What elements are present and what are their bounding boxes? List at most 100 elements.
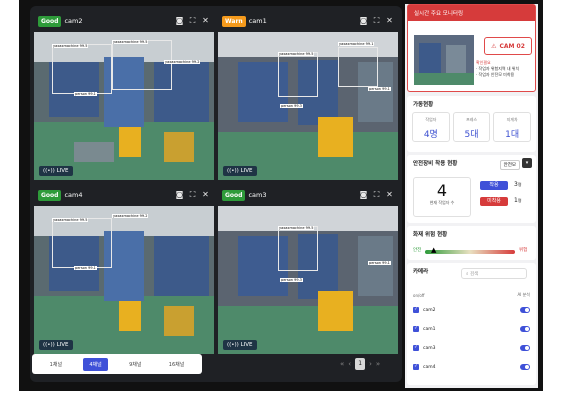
- safety-card: 안전장비 착용 현황 안전모 ▾ 4 현재 작업자 수 착용 3명 미착용 1명: [407, 155, 536, 223]
- detection-label: person 99.3: [280, 278, 303, 282]
- close-icon[interactable]: ✕: [201, 190, 210, 200]
- camera-header: Good cam3 ◙ ⛶ ✕: [218, 184, 398, 206]
- ai-toggle[interactable]: [520, 307, 530, 313]
- list-item[interactable]: ✓ cam4: [413, 361, 530, 373]
- fullscreen-icon[interactable]: ⛶: [188, 16, 197, 26]
- detection-label: yaxaxmachine 99.2: [112, 214, 149, 218]
- checkbox[interactable]: ✓: [413, 364, 419, 370]
- detection-label: yaxaxmachine 99.5: [52, 44, 89, 48]
- layout-9ch-button[interactable]: 9채널: [123, 358, 147, 371]
- camera-list-header: on/off AI 분석: [413, 289, 530, 301]
- search-placeholder: 검색: [469, 272, 479, 277]
- camera-tile-cam1[interactable]: Warn cam1 ◙ ⛶ ✕ yaxaxmachine 99.5 yaxaxm…: [218, 10, 398, 180]
- operation-title: 가동현황: [413, 102, 434, 108]
- ai-toggle[interactable]: [520, 364, 530, 370]
- camera-feed: yaxaxmachine 99.5 yaxaxmachine 99.5 yaxa…: [34, 32, 214, 180]
- wearing-unit: 명: [517, 182, 522, 187]
- detection-label: yaxaxmachine 99.2: [164, 60, 201, 64]
- live-indicator: ((•)) LIVE: [39, 340, 73, 350]
- snapshot-icon[interactable]: ◙: [175, 190, 184, 200]
- list-item[interactable]: ✓ cam3: [413, 342, 530, 354]
- snapshot-icon[interactable]: ◙: [175, 16, 184, 26]
- equipment-select[interactable]: 안전모: [499, 160, 520, 170]
- worker-count-box: 4 현재 작업자 수: [413, 177, 471, 217]
- alert-thumbnail[interactable]: [414, 35, 474, 85]
- camera-search-input[interactable]: ⌕ 검색: [461, 268, 527, 279]
- status-badge: Warn: [222, 15, 246, 27]
- checkbox[interactable]: ✓: [413, 345, 419, 351]
- camera-header: Warn cam1 ◙ ⛶ ✕: [218, 10, 398, 32]
- not-wearing-badge: 미착용: [480, 197, 508, 206]
- detection-label: person 99.3: [280, 104, 303, 108]
- camera-tile-cam3[interactable]: Good cam3 ◙ ⛶ ✕ yaxaxmachine 99.5 person…: [218, 184, 398, 354]
- pagination: « ‹ 1 › »: [340, 358, 380, 370]
- status-badge: Good: [38, 15, 62, 27]
- alert-camera-badge[interactable]: ⚠ CAM 02: [484, 37, 532, 55]
- camera-item-name: cam4: [423, 364, 436, 370]
- layout-4ch-button[interactable]: 4채널: [83, 357, 108, 371]
- detection-label: person 99.1: [74, 92, 97, 96]
- camera-tile-cam4[interactable]: Good cam4 ◙ ⛶ ✕ yaxaxmachine 99.5 yaxaxm…: [34, 184, 214, 354]
- stat-forklift: 지게차 1대: [493, 112, 532, 142]
- fire-low-label: 안전: [413, 248, 422, 253]
- stat-label: 지게차: [506, 117, 518, 122]
- live-text: LIVE: [56, 342, 69, 348]
- operation-card: 가동현황 작업자 4명 프레스 5대 지게차 1대: [407, 96, 536, 152]
- camera-name: cam1: [248, 17, 267, 25]
- close-icon[interactable]: ✕: [385, 16, 394, 26]
- fullscreen-icon[interactable]: ⛶: [188, 190, 197, 200]
- page-number[interactable]: 1: [355, 358, 366, 370]
- worker-count-label: 현재 작업자 수: [429, 200, 455, 205]
- ai-header: AI 분석: [517, 292, 530, 297]
- camera-grid-panel: Good cam2 ◙ ⛶ ✕ yaxaxmachine 99.5 yaxaxm…: [30, 6, 402, 382]
- not-wearing-count: 1명: [514, 197, 522, 204]
- camera-feed: yaxaxmachine 99.5 yaxaxmachine 99.2 pers…: [34, 206, 214, 354]
- list-item[interactable]: ✓ cam2: [413, 304, 530, 316]
- gauge-pointer-icon: ▲: [431, 246, 437, 254]
- detection-label: person 99.1: [368, 87, 391, 91]
- stat-label: 프레스: [465, 117, 478, 122]
- checkbox[interactable]: ✓: [413, 307, 419, 313]
- search-icon: ⌕: [466, 272, 469, 277]
- camera-name: cam2: [64, 17, 83, 25]
- alert-card: 실시간 주요 모니터링 ⚠ CAM 02 확인필요 · 작업자 위험지역 내 위…: [407, 4, 536, 92]
- alert-details: 확인필요 · 작업자 위험지역 내 위치 · 작업자 안전모 미착용: [476, 60, 519, 78]
- alert-camera-name: CAM 02: [499, 42, 525, 50]
- next-page-icon[interactable]: ›: [369, 360, 372, 368]
- stat-value: 5대: [464, 130, 479, 140]
- chevron-down-icon[interactable]: ▾: [522, 158, 532, 168]
- layout-1ch-button[interactable]: 1채널: [44, 358, 68, 371]
- camera-item-name: cam1: [423, 326, 436, 332]
- ai-toggle[interactable]: [520, 326, 530, 332]
- camera-list-card: 카메라 ⌕ 검색 on/off AI 분석 ✓ cam2 ✓ cam1 ✓ cam3 ✓…: [407, 263, 536, 385]
- checkbox[interactable]: ✓: [413, 326, 419, 332]
- close-icon[interactable]: ✕: [385, 190, 394, 200]
- ai-toggle[interactable]: [520, 345, 530, 351]
- snapshot-icon[interactable]: ◙: [359, 190, 368, 200]
- fire-title: 화재 위험 현황: [413, 232, 448, 238]
- camera-item-name: cam3: [423, 345, 436, 351]
- snapshot-icon[interactable]: ◙: [359, 16, 368, 26]
- fullscreen-icon[interactable]: ⛶: [372, 16, 381, 26]
- first-page-icon[interactable]: «: [340, 360, 344, 368]
- camera-name: cam3: [248, 191, 267, 199]
- layout-16ch-button[interactable]: 16채널: [163, 358, 191, 371]
- detection-label: yaxaxmachine 99.5: [112, 40, 149, 44]
- camera-tile-cam2[interactable]: Good cam2 ◙ ⛶ ✕ yaxaxmachine 99.5 yaxaxm…: [34, 10, 214, 180]
- status-badge: Good: [38, 189, 62, 201]
- side-panel: 실시간 주요 모니터링 ⚠ CAM 02 확인필요 · 작업자 위험지역 내 위…: [405, 4, 538, 388]
- fire-high-label: 위험: [519, 248, 528, 253]
- camera-item-name: cam2: [423, 307, 436, 313]
- last-page-icon[interactable]: »: [376, 360, 380, 368]
- list-item[interactable]: ✓ cam1: [413, 323, 530, 335]
- wearing-badge: 착용: [480, 181, 508, 190]
- fullscreen-icon[interactable]: ⛶: [372, 190, 381, 200]
- status-badge: Good: [222, 189, 246, 201]
- detection-label: yaxaxmachine 99.1: [338, 42, 375, 46]
- detection-label: yaxaxmachine 99.5: [52, 218, 89, 222]
- layout-selector: 1채널 4채널 9채널 16채널: [32, 354, 202, 374]
- worker-count: 4: [436, 181, 448, 200]
- stat-workers: 작업자 4명: [412, 112, 450, 142]
- prev-page-icon[interactable]: ‹: [348, 360, 351, 368]
- close-icon[interactable]: ✕: [201, 16, 210, 26]
